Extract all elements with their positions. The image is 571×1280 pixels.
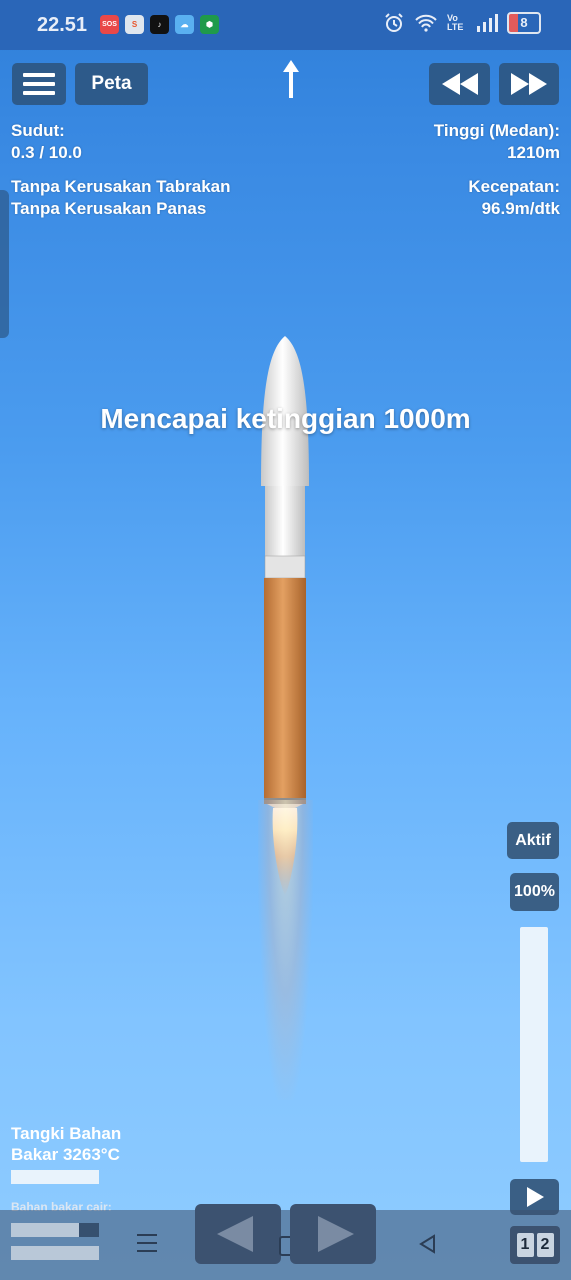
fuel-tank-bar — [11, 1170, 99, 1184]
no-heat-damage-label: Tanpa Kerusakan Panas — [11, 199, 207, 218]
altitude-label: Tinggi (Medan): — [433, 121, 560, 140]
weather-icon: ☁ — [175, 15, 194, 34]
altitude-value: 1210m — [507, 143, 560, 162]
rotate-right-button[interactable] — [290, 1204, 376, 1264]
play-icon — [526, 1187, 544, 1207]
signal-icon — [477, 14, 498, 32]
volte-icon: Vo LTE — [447, 13, 464, 32]
exhaust-plume — [258, 800, 313, 1100]
stage-counter[interactable]: 1 2 — [510, 1226, 560, 1264]
menu-button[interactable] — [12, 63, 66, 105]
back-icon[interactable] — [418, 1234, 438, 1254]
flight-info-right: Tinggi (Medan): 1210m Kecepatan: 96.9m/d… — [434, 120, 560, 220]
fuel-stage-bars — [11, 1223, 99, 1269]
speed-up-button[interactable] — [499, 63, 559, 105]
tiktok-icon: ♪ — [150, 15, 169, 34]
angle-label: Sudut: — [11, 121, 65, 140]
status-time: 22.51 — [37, 14, 88, 36]
fuel-tank-label-line2: Bakar 3263°C — [11, 1145, 120, 1164]
status-bar: 22.51 SOS S ♪ ☁ ⬢ Vo LTE 8 — [0, 0, 571, 50]
fast-forward-icon — [511, 73, 547, 95]
alarm-icon — [385, 13, 403, 32]
left-arrow-icon — [217, 1216, 253, 1252]
shopee-icon: S — [125, 15, 144, 34]
map-button[interactable]: Peta — [75, 63, 148, 105]
sos-icon: SOS — [100, 15, 119, 34]
wifi-icon — [415, 14, 437, 32]
throttle-slider[interactable] — [520, 927, 548, 1162]
fuel-tank-label-line1: Tangki Bahan — [11, 1124, 122, 1143]
rocket-upper-stage — [265, 486, 305, 556]
direction-arrow-icon — [283, 60, 299, 98]
rocket-interstage — [264, 555, 306, 579]
rocket-main-tank — [264, 578, 306, 798]
flight-info-left: Sudut: 0.3 / 10.0 Tanpa Kerusakan Tabrak… — [11, 120, 231, 220]
altitude-notice: Mencapai ketinggian 1000m — [100, 403, 471, 434]
notification-icons: SOS S ♪ ☁ ⬢ — [100, 15, 219, 34]
active-toggle-button[interactable]: Aktif — [507, 822, 559, 859]
stage-digit-1: 1 — [516, 1233, 534, 1257]
fuel-tank-label: Tangki Bahan Bakar 3263°C — [11, 1123, 121, 1165]
no-crash-damage-label: Tanpa Kerusakan Tabrakan — [11, 177, 231, 196]
fuel-stage-bar — [11, 1246, 99, 1260]
hamburger-icon — [23, 73, 55, 95]
rotate-left-button[interactable] — [195, 1204, 281, 1264]
speed-label: Kecepatan: — [468, 177, 560, 196]
speed-value: 96.9m/dtk — [481, 199, 560, 218]
stage-digit-2: 2 — [536, 1233, 554, 1257]
rewind-icon — [441, 73, 478, 95]
system-icons: Vo LTE 8 — [383, 12, 541, 34]
battery-icon: 8 — [507, 12, 541, 34]
fuel-stage-bar — [11, 1223, 99, 1237]
throttle-percent-label: 100% — [510, 873, 559, 911]
right-arrow-icon — [318, 1216, 354, 1252]
side-drawer-handle[interactable] — [0, 190, 9, 338]
angle-value: 0.3 / 10.0 — [11, 143, 82, 162]
recent-apps-icon[interactable] — [137, 1234, 157, 1252]
shield-app-icon: ⬢ — [200, 15, 219, 34]
slow-down-button[interactable] — [429, 63, 490, 105]
